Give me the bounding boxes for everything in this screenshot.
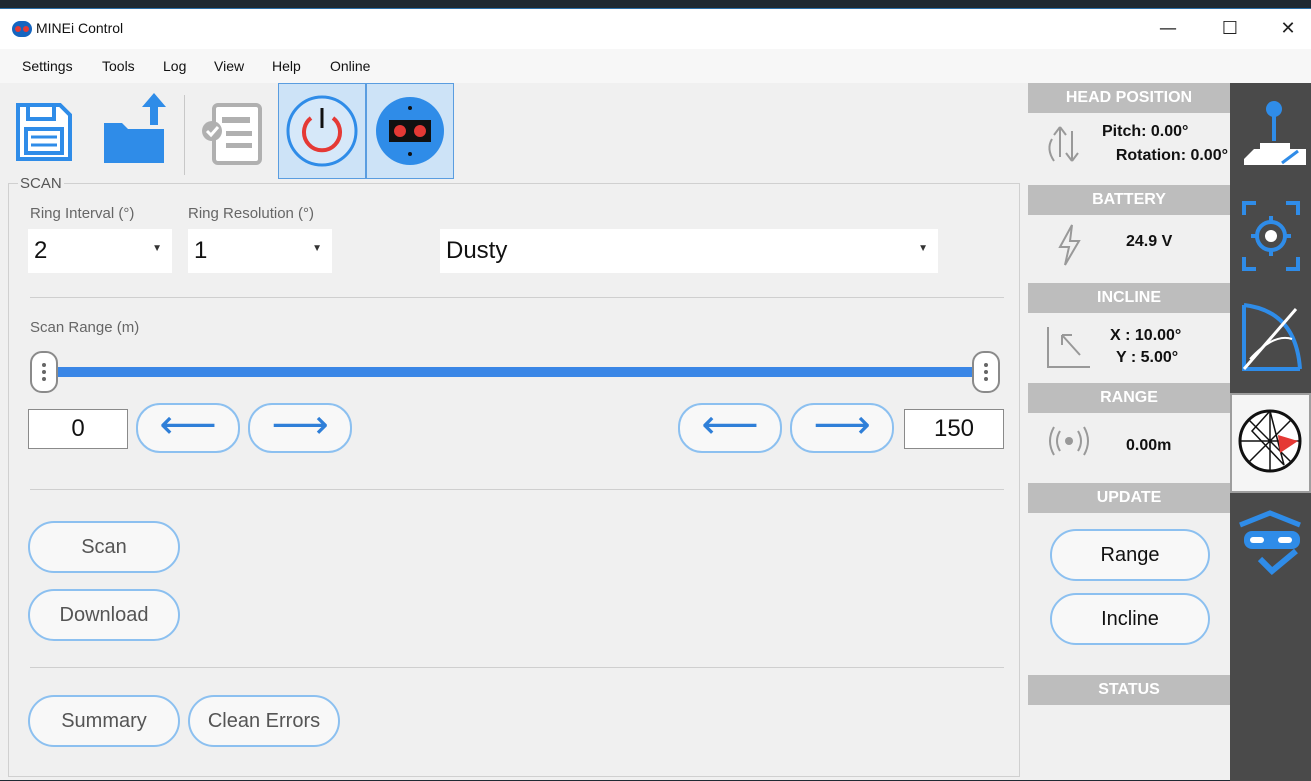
incline-header: INCLINE [1028,283,1230,313]
update-range-button[interactable]: Range [1050,529,1210,581]
save-icon [16,103,72,161]
range-min-decrease-button[interactable]: ⟵ [136,403,240,453]
rail-item-angle[interactable] [1230,289,1311,389]
ring-resolution-value: 1 [194,237,208,264]
clean-errors-button[interactable]: Clean Errors [188,695,340,747]
lightning-icon [1058,224,1081,266]
menu-view[interactable]: View [214,58,244,74]
update-incline-button[interactable]: Incline [1050,593,1210,645]
incline-x-value: X : 10.00° [1110,327,1182,344]
arrow-right-icon: ⟶ [813,402,871,448]
rail-item-joystick[interactable] [1230,87,1311,187]
ring-interval-label: Ring Interval (°) [30,205,135,222]
menu-log[interactable]: Log [163,58,186,74]
open-folder-icon [104,93,166,163]
goggles-check-icon [1239,510,1301,576]
range-slider-track[interactable] [46,367,986,377]
power-button[interactable] [278,83,366,179]
scan-range-label: Scan Range (m) [30,319,140,336]
chevron-down-icon: ▼ [152,243,162,254]
range-slider-max-handle[interactable] [972,351,1000,393]
incline-y-value: Y : 5.00° [1116,349,1179,366]
menu-online[interactable]: Online [330,58,370,74]
range-value: 0.00m [1126,437,1172,454]
angle-icon [1242,303,1302,371]
rotation-value: Rotation: 0.00° [1115,147,1228,164]
ring-interval-value: 2 [34,237,48,264]
ring-resolution-select[interactable]: 1 ▼ [188,229,332,273]
status-header: STATUS [1028,675,1230,705]
chevron-down-icon: ▼ [312,243,322,254]
battery-value: 24.9 V [1126,233,1173,250]
signal-icon [1049,426,1089,456]
menu-help[interactable]: Help [272,58,301,74]
device-icon [376,97,444,165]
target-icon [1242,201,1300,271]
device-button[interactable] [366,83,454,179]
report-icon [202,103,262,165]
joystick-icon [1244,101,1306,165]
range-max-field[interactable]: 150 [904,409,1004,449]
download-button[interactable]: Download [28,589,180,641]
summary-button[interactable]: Summary [28,695,180,747]
menu-bar: Settings Tools Log View Help Online [0,49,1311,83]
maximize-button[interactable]: ☐ [1208,15,1252,43]
rail-item-target[interactable] [1230,187,1311,287]
radar-icon [1238,409,1302,473]
divider [30,489,1004,490]
rail-item-goggles[interactable] [1230,497,1311,597]
close-button[interactable]: ✕ [1266,15,1310,43]
power-icon [286,95,358,167]
open-button[interactable] [100,83,172,179]
window-title: MINEi Control [36,20,124,36]
chevron-down-icon: ▼ [918,243,928,254]
save-button[interactable] [12,83,76,179]
update-header: UPDATE [1028,483,1230,513]
ring-interval-select[interactable]: 2 ▼ [28,229,172,273]
minimize-button[interactable]: — [1146,15,1190,43]
app-logo-icon [12,21,32,37]
divider [30,297,1004,298]
head-position-header: HEAD POSITION [1028,83,1230,113]
ring-resolution-label: Ring Resolution (°) [188,205,315,222]
arrow-left-icon: ⟵ [159,402,217,448]
toolbar-separator [184,95,185,175]
incline-icon [1047,327,1090,368]
range-max-decrease-button[interactable]: ⟵ [678,403,782,453]
mode-rail [1230,83,1311,781]
range-min-increase-button[interactable]: ⟶ [248,403,352,453]
menu-settings[interactable]: Settings [22,58,73,74]
range-header: RANGE [1028,383,1230,413]
app-window: MINEi Control — ☐ ✕ Settings Tools Log V… [0,8,1311,781]
divider [30,667,1004,668]
battery-header: BATTERY [1028,185,1230,215]
arrow-left-icon: ⟵ [701,402,759,448]
pitch-rotation-icon [1048,126,1079,162]
menu-tools[interactable]: Tools [102,58,135,74]
report-button[interactable] [196,83,268,179]
scan-button[interactable]: Scan [28,521,180,573]
environment-value: Dusty [446,237,508,264]
range-max-increase-button[interactable]: ⟶ [790,403,894,453]
environment-select[interactable]: Dusty ▼ [440,229,938,273]
range-min-field[interactable]: 0 [28,409,128,449]
title-bar: MINEi Control — ☐ ✕ [0,9,1311,49]
pitch-value: Pitch: 0.00° [1102,123,1189,140]
arrow-right-icon: ⟶ [271,402,329,448]
rail-item-radar[interactable] [1230,393,1311,493]
scan-group-label: SCAN [18,175,64,192]
range-slider-min-handle[interactable] [30,351,58,393]
